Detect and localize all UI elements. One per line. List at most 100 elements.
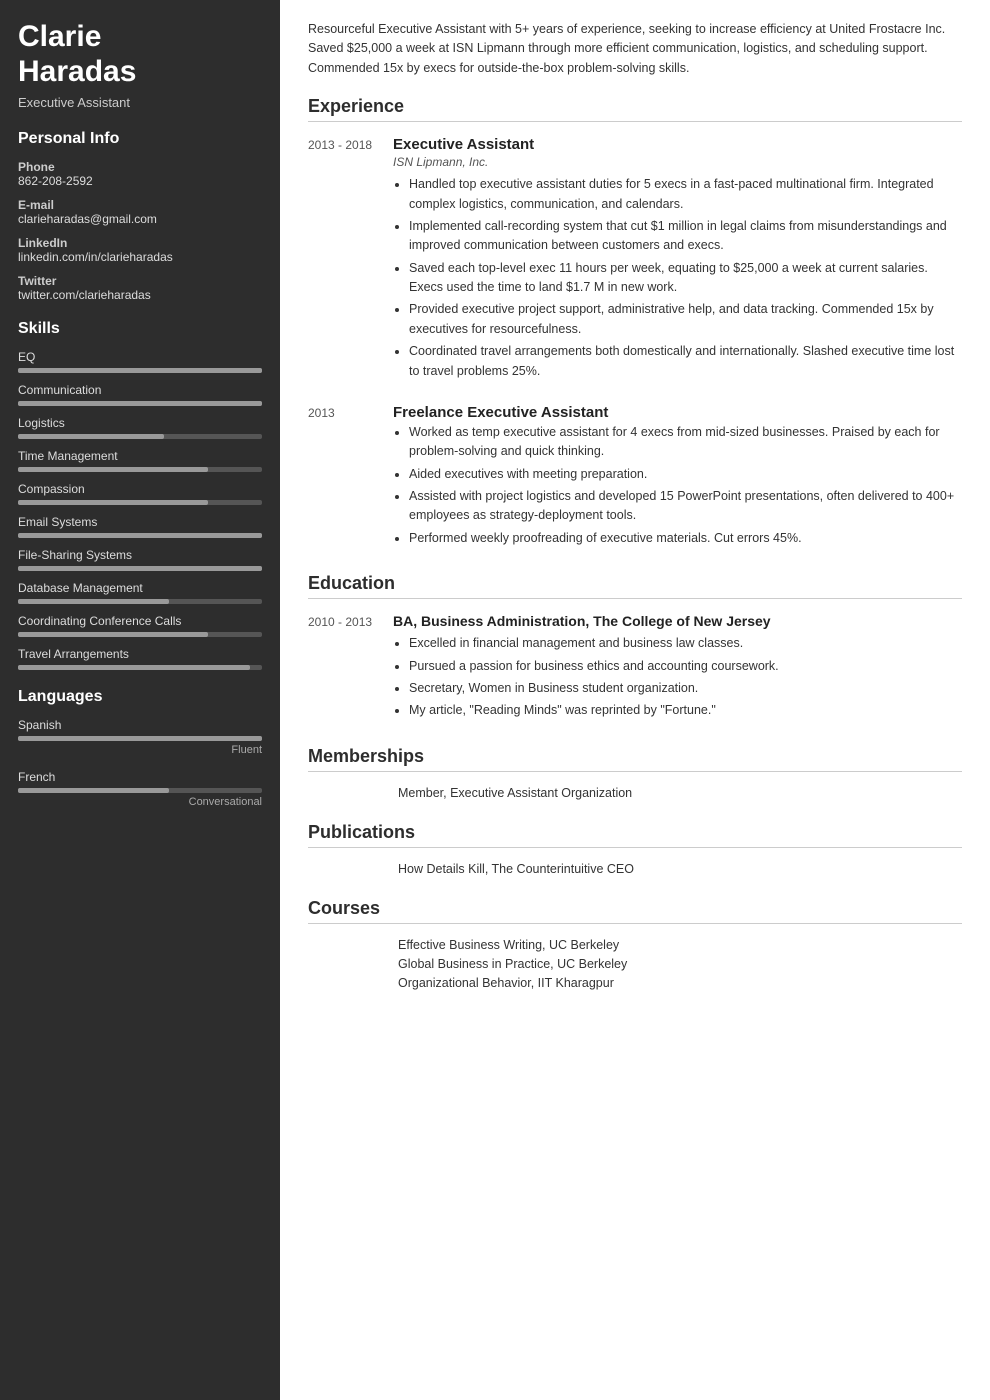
skill-bar-fill	[18, 500, 208, 505]
skill-bar-fill	[18, 434, 164, 439]
email-value: clarieharadas@gmail.com	[18, 212, 262, 226]
skill-bar-fill	[18, 467, 208, 472]
twitter-value: twitter.com/clarieharadas	[18, 288, 262, 302]
skill-bar-bg	[18, 599, 262, 604]
skill-bar-bg	[18, 500, 262, 505]
education-list: 2010 - 2013 BA, Business Administration,…	[308, 613, 962, 724]
candidate-name: Clarie Haradas	[18, 20, 262, 89]
skill-bar-fill	[18, 665, 250, 670]
skill-bar-bg	[18, 665, 262, 670]
bullet-item: Assisted with project logistics and deve…	[409, 487, 962, 526]
linkedin-block: LinkedIn linkedin.com/in/clarieharadas	[18, 236, 262, 264]
skill-item: Coordinating Conference Calls	[18, 614, 262, 637]
skill-item: Database Management	[18, 581, 262, 604]
language-bar-fill	[18, 788, 169, 793]
course-item: Global Business in Practice, UC Berkeley	[308, 957, 962, 971]
exp-date: 2013	[308, 404, 393, 551]
skill-bar-bg	[18, 434, 262, 439]
exp-role: Freelance Executive Assistant	[393, 404, 962, 421]
bullet-item: My article, "Reading Minds" was reprinte…	[409, 701, 962, 720]
experience-item: 2013 - 2018 Executive Assistant ISN Lipm…	[308, 136, 962, 384]
publications-heading: Publications	[308, 822, 962, 848]
course-item: Effective Business Writing, UC Berkeley	[308, 938, 962, 952]
skill-item: Compassion	[18, 482, 262, 505]
skill-name: Logistics	[18, 416, 262, 430]
skill-item: Email Systems	[18, 515, 262, 538]
exp-role: Executive Assistant	[393, 136, 962, 153]
bullet-item: Saved each top-level exec 11 hours per w…	[409, 259, 962, 298]
skill-bar-fill	[18, 566, 262, 571]
bullet-item: Secretary, Women in Business student org…	[409, 679, 962, 698]
skill-name: Time Management	[18, 449, 262, 463]
email-label: E-mail	[18, 198, 262, 212]
skill-bar-bg	[18, 401, 262, 406]
memberships-list: Member, Executive Assistant Organization	[308, 786, 962, 800]
language-bar-bg	[18, 736, 262, 741]
skill-item: File-Sharing Systems	[18, 548, 262, 571]
exp-bullets: Worked as temp executive assistant for 4…	[393, 423, 962, 548]
language-bar-fill	[18, 736, 262, 741]
sidebar: Clarie Haradas Executive Assistant Perso…	[0, 0, 280, 1400]
bullet-item: Performed weekly proofreading of executi…	[409, 529, 962, 548]
edu-date: 2010 - 2013	[308, 613, 393, 724]
personal-info-heading: Personal Info	[18, 130, 262, 148]
education-heading: Education	[308, 573, 962, 599]
experience-heading: Experience	[308, 96, 962, 122]
memberships-section: Memberships Member, Executive Assistant …	[308, 746, 962, 800]
exp-date: 2013 - 2018	[308, 136, 393, 384]
skill-bar-bg	[18, 632, 262, 637]
bullet-item: Implemented call-recording system that c…	[409, 217, 962, 256]
twitter-block: Twitter twitter.com/clarieharadas	[18, 274, 262, 302]
language-bar-bg	[18, 788, 262, 793]
exp-content: Executive Assistant ISN Lipmann, Inc. Ha…	[393, 136, 962, 384]
publications-section: Publications How Details Kill, The Count…	[308, 822, 962, 876]
bullet-item: Handled top executive assistant duties f…	[409, 175, 962, 214]
skill-bar-fill	[18, 632, 208, 637]
bullet-item: Pursued a passion for business ethics an…	[409, 657, 962, 676]
skill-item: EQ	[18, 350, 262, 373]
summary-text: Resourceful Executive Assistant with 5+ …	[308, 20, 962, 78]
exp-content: Freelance Executive Assistant Worked as …	[393, 404, 962, 551]
candidate-title: Executive Assistant	[18, 95, 262, 110]
education-section: Education 2010 - 2013 BA, Business Admin…	[308, 573, 962, 724]
courses-list: Effective Business Writing, UC Berkeley G…	[308, 938, 962, 990]
linkedin-label: LinkedIn	[18, 236, 262, 250]
language-name: French	[18, 770, 262, 784]
bullet-item: Aided executives with meeting preparatio…	[409, 465, 962, 484]
skill-name: EQ	[18, 350, 262, 364]
phone-value: 862-208-2592	[18, 174, 262, 188]
course-item: Organizational Behavior, IIT Kharagpur	[308, 976, 962, 990]
experience-section: Experience 2013 - 2018 Executive Assista…	[308, 96, 962, 551]
skill-bar-bg	[18, 533, 262, 538]
skill-name: Coordinating Conference Calls	[18, 614, 262, 628]
skill-item: Communication	[18, 383, 262, 406]
languages-heading: Languages	[18, 688, 262, 706]
edu-content: BA, Business Administration, The College…	[393, 613, 962, 724]
skill-bar-bg	[18, 467, 262, 472]
exp-bullets: Handled top executive assistant duties f…	[393, 175, 962, 381]
language-name: Spanish	[18, 718, 262, 732]
language-item: French Conversational	[18, 770, 262, 808]
bullet-item: Provided executive project support, admi…	[409, 300, 962, 339]
edu-degree: BA, Business Administration, The College…	[393, 613, 962, 629]
skills-heading: Skills	[18, 320, 262, 338]
experience-item: 2013 Freelance Executive Assistant Worke…	[308, 404, 962, 551]
skill-bar-fill	[18, 368, 262, 373]
publication-item: How Details Kill, The Counterintuitive C…	[308, 862, 962, 876]
language-item: Spanish Fluent	[18, 718, 262, 756]
language-level: Fluent	[18, 744, 262, 756]
skill-bar-fill	[18, 599, 169, 604]
skill-name: Email Systems	[18, 515, 262, 529]
courses-section: Courses Effective Business Writing, UC B…	[308, 898, 962, 990]
language-level: Conversational	[18, 796, 262, 808]
experience-list: 2013 - 2018 Executive Assistant ISN Lipm…	[308, 136, 962, 551]
phone-label: Phone	[18, 160, 262, 174]
email-block: E-mail clarieharadas@gmail.com	[18, 198, 262, 226]
skill-bar-fill	[18, 401, 262, 406]
skill-name: Compassion	[18, 482, 262, 496]
courses-heading: Courses	[308, 898, 962, 924]
twitter-label: Twitter	[18, 274, 262, 288]
skill-name: Travel Arrangements	[18, 647, 262, 661]
skills-list: EQ Communication Logistics Time Manageme…	[18, 350, 262, 670]
skill-item: Travel Arrangements	[18, 647, 262, 670]
